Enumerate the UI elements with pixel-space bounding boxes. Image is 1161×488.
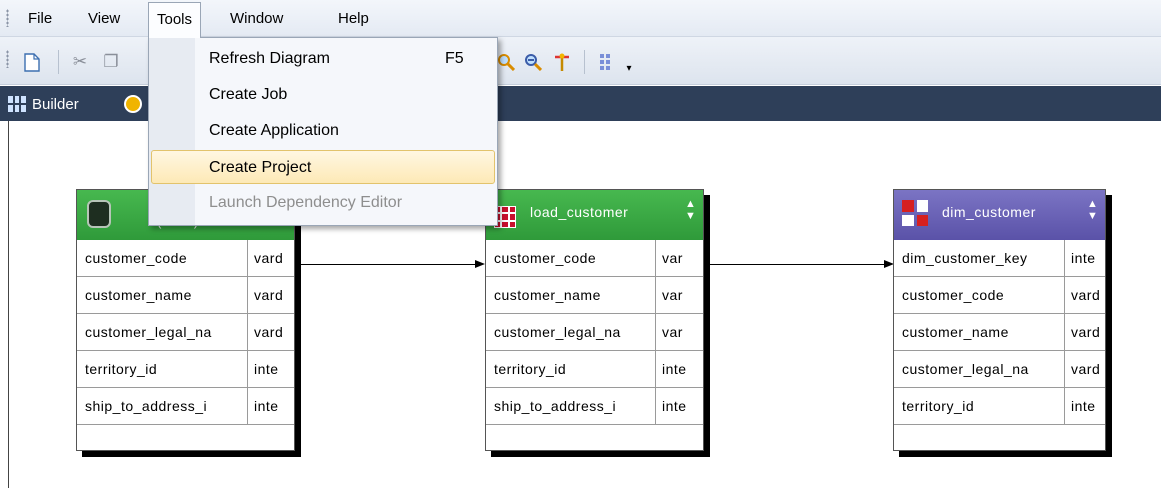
- menubar-grip[interactable]: [6, 9, 9, 27]
- table-row[interactable]: customer_name vard: [894, 314, 1105, 351]
- tab-builder-label: Builder: [32, 95, 79, 113]
- scroll-arrows-icon[interactable]: ▲▼: [1087, 198, 1098, 228]
- column-type: var: [662, 324, 683, 340]
- table-row[interactable]: territory_id inte: [894, 388, 1105, 425]
- builder-grid-icon: [8, 96, 26, 112]
- pin-icon[interactable]: [552, 52, 572, 72]
- column-type: inte: [662, 361, 687, 377]
- dimension-icon: [902, 200, 928, 226]
- column-name: customer_legal_na: [486, 314, 656, 350]
- table-row[interactable]: ship_to_address_i inte: [486, 388, 703, 425]
- grid-icon[interactable]: [598, 52, 618, 72]
- column-name: ship_to_address_i: [486, 388, 656, 424]
- table-row[interactable]: customer_code vard: [894, 277, 1105, 314]
- table-row[interactable]: territory_id inte: [486, 351, 703, 388]
- column-type: vard: [1071, 287, 1101, 303]
- toolbar-separator: [584, 50, 585, 74]
- tab-builder[interactable]: Builder: [8, 92, 79, 116]
- table-row[interactable]: customer_code var: [486, 240, 703, 277]
- menu-item-create-application[interactable]: Create Application: [151, 114, 495, 148]
- menu-item-label: Refresh Diagram: [209, 50, 330, 67]
- column-type: var: [662, 287, 683, 303]
- toolbar-grip[interactable]: [6, 50, 9, 68]
- menu-item-shortcut: F5: [445, 50, 464, 67]
- menu-help[interactable]: Help: [330, 0, 377, 37]
- column-name: customer_name: [894, 314, 1065, 350]
- load-table-node[interactable]: load_customer ▲ ▼ customer_code var custom…: [485, 189, 704, 451]
- arrowhead-icon: [475, 260, 485, 268]
- load-table-title: load_customer: [530, 204, 629, 220]
- menu-item-launch-dependency-editor: Launch Dependency Editor: [151, 186, 495, 220]
- menu-item-label: Create Application: [209, 122, 339, 139]
- database-icon: [87, 200, 111, 228]
- zoom-out-icon[interactable]: [523, 52, 543, 72]
- canvas-border: [8, 121, 9, 488]
- dim-table-title: dim_customer: [942, 204, 1036, 220]
- overflow-icon[interactable]: ▾: [619, 59, 639, 79]
- new-file-icon[interactable]: [22, 52, 42, 72]
- table-row[interactable]: customer_code vard: [77, 240, 294, 277]
- column-name: customer_legal_na: [77, 314, 248, 350]
- table-row[interactable]: customer_legal_na var: [486, 314, 703, 351]
- zoom-in-icon[interactable]: [496, 52, 516, 72]
- connector-source-to-load: [297, 264, 477, 265]
- column-name: territory_id: [894, 388, 1065, 424]
- column-type: inte: [254, 361, 279, 377]
- menu-item-label: Create Job: [209, 86, 288, 103]
- column-type: vard: [254, 250, 284, 266]
- app-window: File View Tools Window Help ✂ ❐ ▾ Builde…: [0, 0, 1161, 488]
- tools-dropdown-menu: Refresh Diagram F5 Create Job Create App…: [148, 37, 498, 226]
- column-type: inte: [254, 398, 279, 414]
- menu-tools[interactable]: Tools: [148, 2, 202, 38]
- dim-table-node[interactable]: dim_customer ▲ ▼ dim_customer_key inte cus…: [893, 189, 1106, 451]
- scroll-arrows-icon[interactable]: ▲▼: [685, 198, 696, 228]
- table-row[interactable]: dim_customer_key inte: [894, 240, 1105, 277]
- column-name: customer_code: [894, 277, 1065, 313]
- toolbar-separator: [58, 50, 59, 74]
- column-type: inte: [1071, 398, 1096, 414]
- column-name: dim_customer_key: [894, 240, 1065, 276]
- table-row[interactable]: customer_legal_na vard: [77, 314, 294, 351]
- table-row[interactable]: territory_id inte: [77, 351, 294, 388]
- column-name: customer_code: [77, 240, 248, 276]
- column-name: customer_code: [486, 240, 656, 276]
- table-row[interactable]: customer_legal_na vard: [894, 351, 1105, 388]
- column-type: inte: [1071, 250, 1096, 266]
- menu-item-label: Launch Dependency Editor: [209, 194, 403, 211]
- dim-table-header[interactable]: dim_customer ▲ ▼: [894, 190, 1105, 240]
- column-type: vard: [254, 324, 284, 340]
- table-row[interactable]: ship_to_address_i inte: [77, 388, 294, 425]
- load-table-header[interactable]: load_customer ▲ ▼: [486, 190, 703, 240]
- table-row[interactable]: customer_name vard: [77, 277, 294, 314]
- column-name: customer_name: [77, 277, 248, 313]
- menu-window[interactable]: Window: [222, 0, 291, 37]
- column-name: territory_id: [77, 351, 248, 387]
- source-table-node[interactable]: (Sales) ▲▼ customer_codevard customer_na…: [76, 189, 295, 451]
- menu-item-create-job[interactable]: Create Job: [151, 78, 495, 112]
- menu-item-refresh-diagram[interactable]: Refresh Diagram F5: [151, 42, 495, 76]
- column-type: vard: [254, 287, 284, 303]
- menu-bar: File View Tools Window Help: [0, 0, 1161, 38]
- menu-item-label: Create Project: [209, 159, 312, 176]
- column-type: vard: [1071, 324, 1101, 340]
- column-type: var: [662, 250, 683, 266]
- menu-file[interactable]: File: [20, 0, 60, 37]
- column-name: customer_legal_na: [894, 351, 1065, 387]
- column-name: ship_to_address_i: [77, 388, 248, 424]
- scheduler-clock-icon[interactable]: [124, 95, 142, 113]
- column-type: inte: [662, 398, 687, 414]
- column-name: territory_id: [486, 351, 656, 387]
- cut-icon[interactable]: ✂: [70, 52, 90, 72]
- copy-icon[interactable]: ❐: [101, 52, 121, 72]
- column-type: vard: [1071, 361, 1101, 377]
- connector-load-to-dim: [706, 264, 886, 265]
- column-name: customer_name: [486, 277, 656, 313]
- menu-item-create-project[interactable]: Create Project: [151, 150, 495, 184]
- menu-view[interactable]: View: [80, 0, 128, 37]
- table-row[interactable]: customer_name var: [486, 277, 703, 314]
